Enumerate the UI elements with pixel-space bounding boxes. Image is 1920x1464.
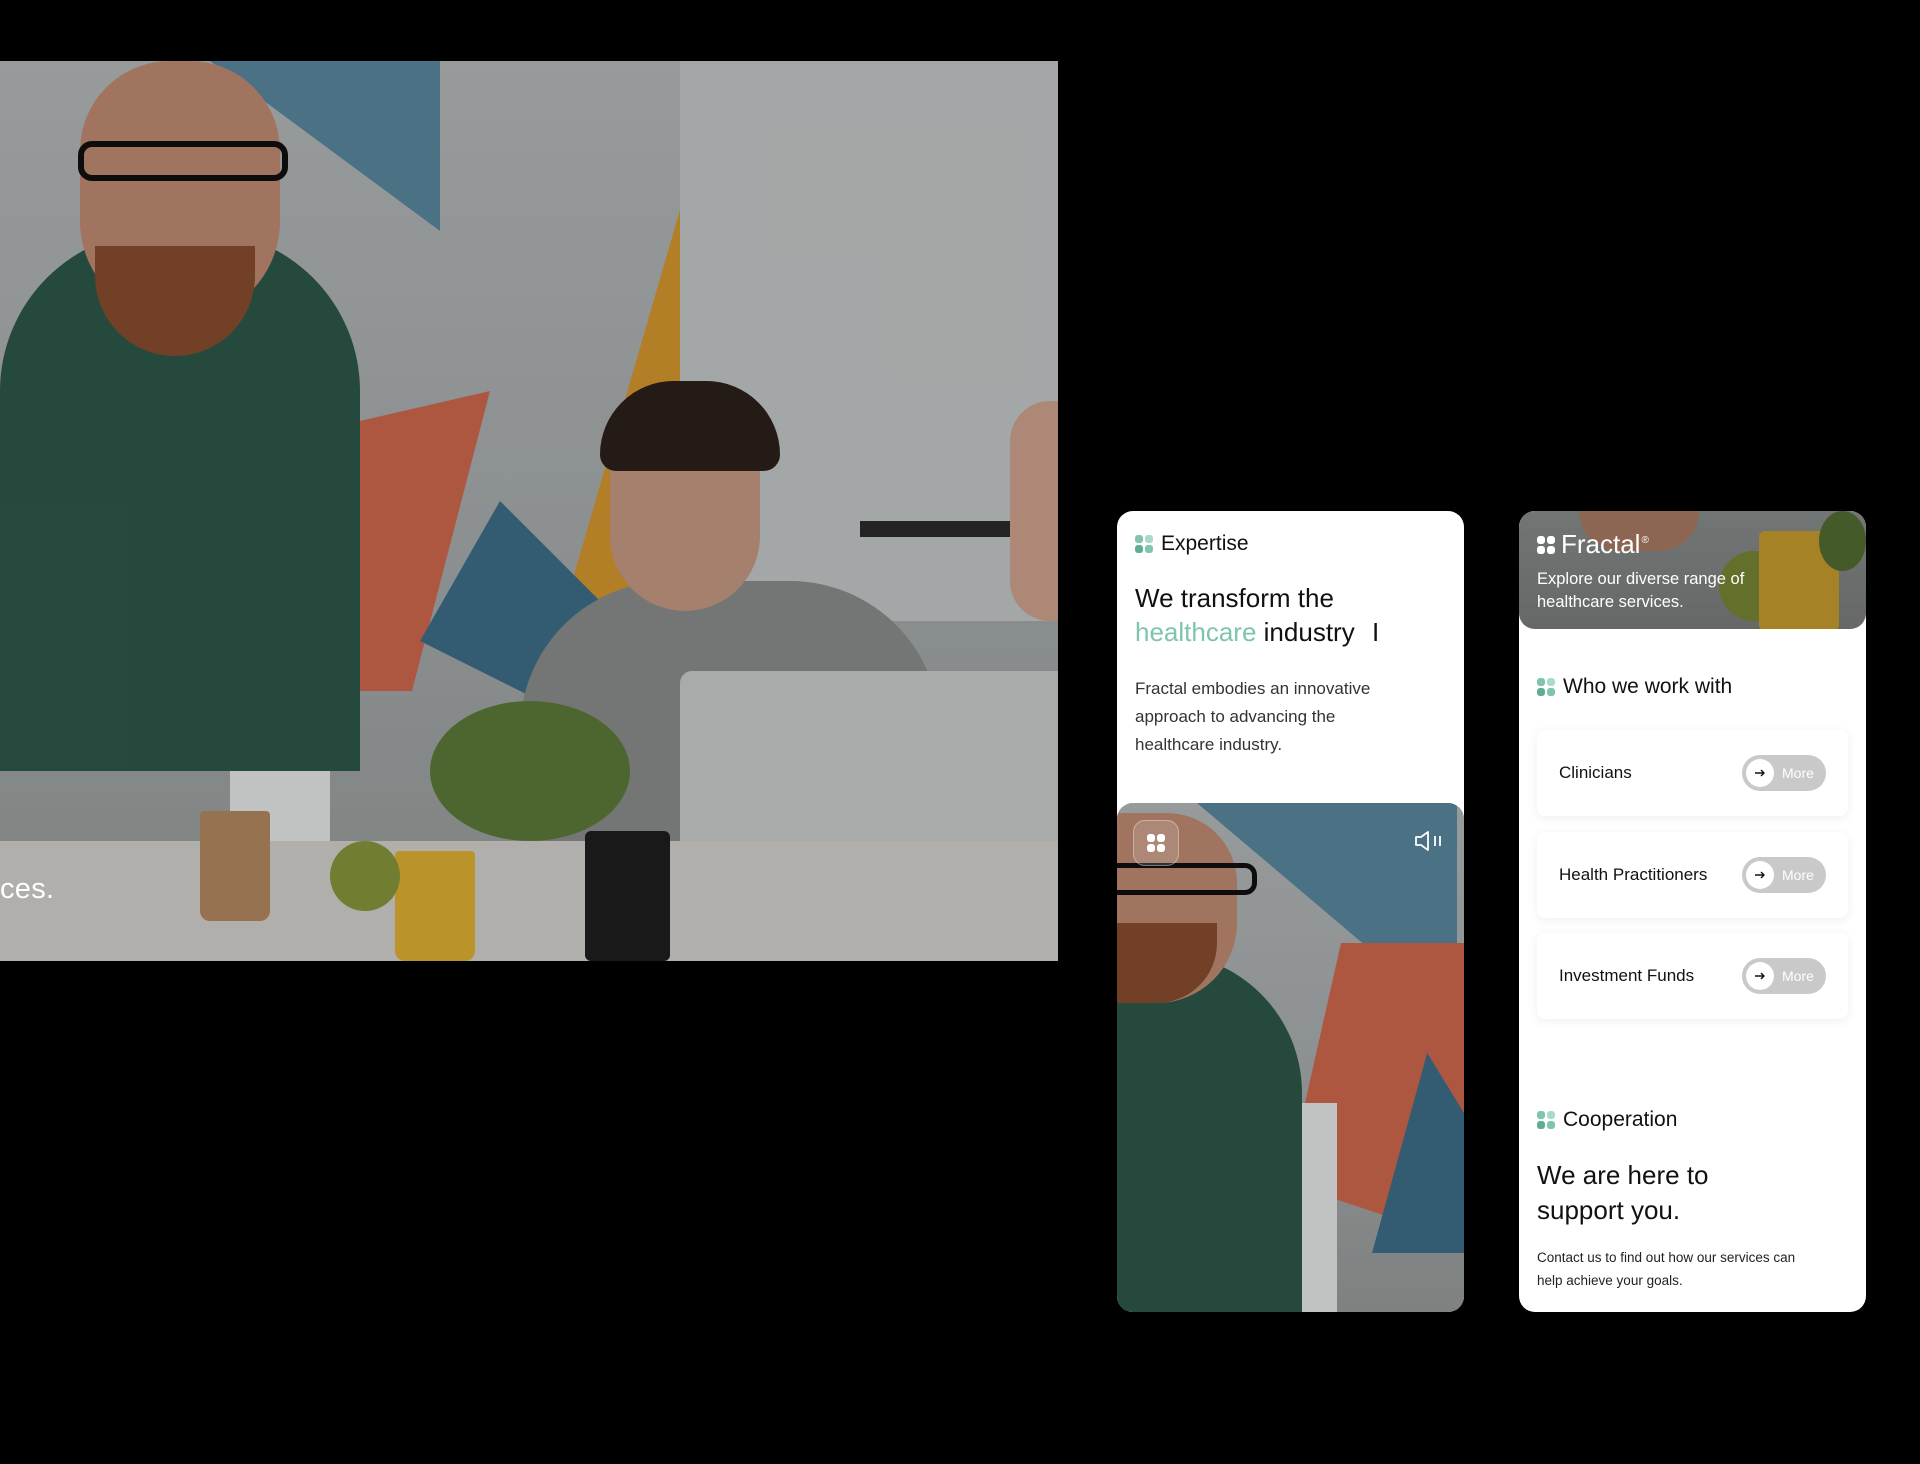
fractal-logo-icon — [1537, 678, 1555, 696]
headline-accent: healthcare — [1135, 617, 1257, 647]
list-item: Health Practitioners More — [1537, 832, 1848, 918]
list-item: Clinicians More — [1537, 730, 1848, 816]
expertise-headline: We transform the healthcare industry I — [1135, 581, 1455, 649]
cooperation-text: Contact us to find out how our services … — [1537, 1250, 1796, 1288]
mobile-expertise-screen: Expertise We transform the healthcare in… — [1117, 511, 1464, 1312]
expertise-description: Fractal embodies an innovative approach … — [1135, 679, 1371, 754]
hero-caption: ces. — [0, 873, 55, 905]
services-hero-banner: Fractal® Explore our diverse range of he… — [1519, 511, 1866, 629]
headline-line2: industry — [1263, 617, 1355, 647]
brand-name: Fractal — [1561, 529, 1641, 559]
more-button[interactable]: More — [1742, 857, 1826, 893]
text-cursor: I — [1371, 617, 1380, 647]
more-button[interactable]: More — [1742, 755, 1826, 791]
brand-registered-mark: ® — [1641, 535, 1649, 547]
mobile-services-screen: Fractal® Explore our diverse range of he… — [1519, 511, 1866, 1312]
media-badge-button[interactable] — [1133, 820, 1179, 866]
expertise-label-text: Expertise — [1161, 532, 1249, 555]
fractal-logo-icon — [1135, 535, 1153, 553]
hero-video-frame: ces. — [0, 61, 1058, 961]
fractal-logo-icon — [1537, 535, 1555, 554]
services-tagline: Explore our diverse range of healthcare … — [1537, 570, 1745, 611]
more-button-label: More — [1782, 968, 1814, 984]
fractal-logo-icon — [1537, 1111, 1555, 1129]
more-button[interactable]: More — [1742, 958, 1826, 994]
expertise-section-label: Expertise — [1135, 532, 1249, 556]
fractal-logo-icon — [1147, 834, 1165, 852]
expertise-video[interactable] — [1117, 803, 1464, 1312]
speaker-icon — [1415, 831, 1441, 851]
cooperation-headline: We are here to support you. — [1537, 1160, 1709, 1225]
work-with-section-label: Who we work with — [1537, 675, 1732, 699]
more-button-label: More — [1782, 765, 1814, 781]
arrow-right-icon — [1746, 962, 1774, 990]
work-item-name: Clinicians — [1559, 763, 1632, 782]
cooperation-label-text: Cooperation — [1563, 1108, 1678, 1131]
work-item-name: Investment Funds — [1559, 966, 1695, 985]
arrow-right-icon — [1746, 759, 1774, 787]
sound-toggle-button[interactable] — [1414, 830, 1446, 852]
headline-line1: We transform the — [1135, 583, 1334, 613]
work-with-label-text: Who we work with — [1563, 675, 1733, 698]
more-button-label: More — [1782, 867, 1814, 883]
cooperation-section-label: Cooperation — [1537, 1108, 1677, 1132]
work-item-name: Health Practitioners — [1559, 865, 1708, 884]
brand-logo: Fractal® — [1537, 529, 1649, 560]
list-item: Investment Funds More — [1537, 933, 1848, 1019]
arrow-right-icon — [1746, 861, 1774, 889]
